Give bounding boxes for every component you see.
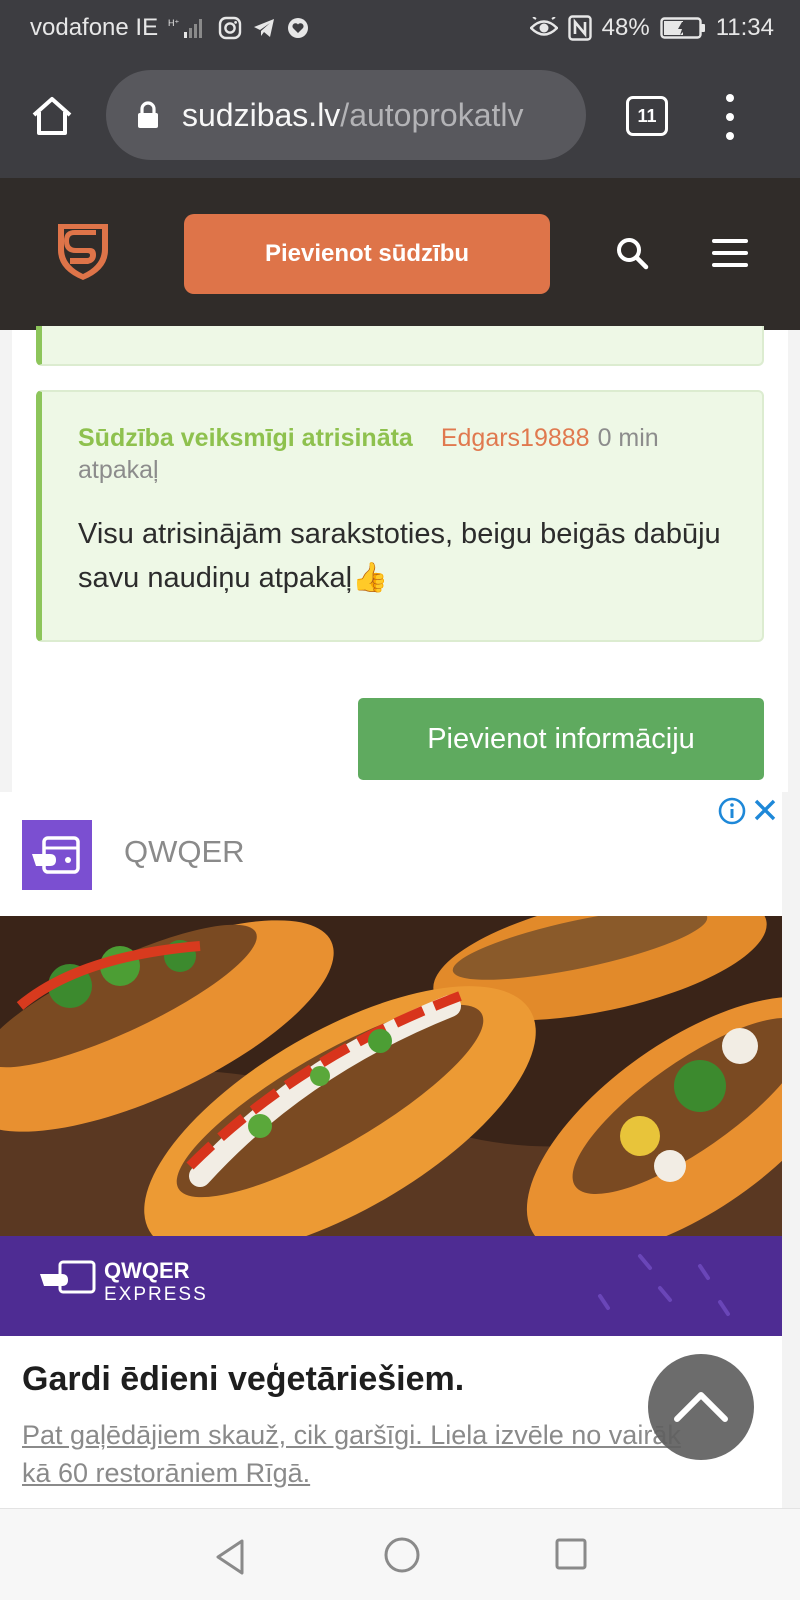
site-logo[interactable] xyxy=(54,220,112,282)
dot xyxy=(726,132,734,140)
battery-percent: 48% xyxy=(601,14,650,41)
complaint-content: Sūdzība veiksmīgi atrisināta Edgars19888 0… xyxy=(12,326,788,792)
eye-icon xyxy=(529,17,558,39)
browser-toolbar: sudzibas.lv/autoprokatlv 11 xyxy=(0,56,800,178)
comment-card: Sūdzība veiksmīgi atrisināta Edgars19888 0… xyxy=(36,390,764,642)
browser-home-button[interactable] xyxy=(28,92,76,140)
hotdog-illustration: QWQER EXPRESS xyxy=(0,916,782,1336)
telegram-icon xyxy=(252,16,276,40)
delivery-box-icon xyxy=(32,836,80,874)
url-path: /autoprokatlv xyxy=(340,96,524,133)
ad-close-icon[interactable] xyxy=(752,797,778,823)
heart-message-icon xyxy=(286,16,310,40)
ad-brand-logo[interactable] xyxy=(22,820,92,890)
status-bar: vodafone IE H⁺ 48% 11:34 xyxy=(0,0,800,56)
instagram-icon xyxy=(218,16,242,40)
lock-icon xyxy=(138,101,158,128)
comment-text: Visu atrisinājām sarakstoties, beigu bei… xyxy=(78,518,721,594)
ad-headline[interactable]: Gardi ēdieni veģetāriešiem. xyxy=(22,1360,464,1399)
tab-count: 11 xyxy=(637,105,657,126)
comment-meta: Sūdzība veiksmīgi atrisināta Edgars19888 0… xyxy=(78,422,732,486)
banner-sub: EXPRESS xyxy=(104,1284,208,1305)
ad-description[interactable]: Pat gaļēdājiem skauž, cik garšīgi. Liela… xyxy=(22,1416,702,1492)
chevron-up-icon xyxy=(674,1392,728,1422)
phone-screen: vodafone IE H⁺ 48% 11:34 sudzibas.lv /au… xyxy=(0,0,800,1600)
url-domain: sudzibas.lv xyxy=(182,96,341,133)
banner-brand: QWQER xyxy=(104,1258,190,1283)
signal-icon: H⁺ xyxy=(168,16,208,40)
recent-apps-icon[interactable] xyxy=(554,1537,588,1571)
nfc-icon xyxy=(567,15,592,41)
ad-food-image[interactable]: QWQER EXPRESS xyxy=(0,916,782,1336)
carrier-label: vodafone IE xyxy=(30,14,159,41)
menu-line xyxy=(712,251,748,255)
status-right: 48% 11:34 xyxy=(529,14,774,42)
search-button[interactable] xyxy=(612,234,654,276)
menu-line xyxy=(712,239,748,243)
back-icon[interactable] xyxy=(212,1537,248,1577)
dot xyxy=(726,94,734,102)
scroll-to-top-button[interactable] xyxy=(648,1354,754,1460)
menu-line xyxy=(712,263,748,267)
comment-author[interactable]: Edgars19888 xyxy=(441,424,590,452)
comment-status: Sūdzība veiksmīgi atrisināta xyxy=(78,424,413,452)
ad-info-icon[interactable] xyxy=(718,797,746,825)
dot xyxy=(726,113,734,121)
home-circle-icon[interactable] xyxy=(382,1535,422,1575)
previous-comment-card xyxy=(36,326,764,366)
system-navigation-bar xyxy=(0,1508,800,1600)
add-information-button[interactable]: Pievienot informāciju xyxy=(358,698,764,780)
add-complaint-button[interactable]: Pievienot sūdzību xyxy=(184,214,550,294)
hamburger-menu-button[interactable] xyxy=(712,239,748,267)
search-icon xyxy=(617,238,649,270)
clock: 11:34 xyxy=(715,14,774,41)
status-left: vodafone IE H⁺ xyxy=(30,14,310,42)
address-bar[interactable]: sudzibas.lv/autoprokatlv xyxy=(106,70,586,160)
ad-header: QWQER xyxy=(0,792,782,916)
home-icon xyxy=(32,97,72,135)
svg-text:H⁺: H⁺ xyxy=(168,18,179,28)
browser-menu-button[interactable] xyxy=(724,94,736,140)
site-header: Pievienot sūdzību xyxy=(0,178,800,330)
battery-icon xyxy=(660,16,706,40)
ad-brand-name[interactable]: QWQER xyxy=(124,834,245,870)
tab-switcher-button[interactable]: 11 xyxy=(626,96,668,136)
